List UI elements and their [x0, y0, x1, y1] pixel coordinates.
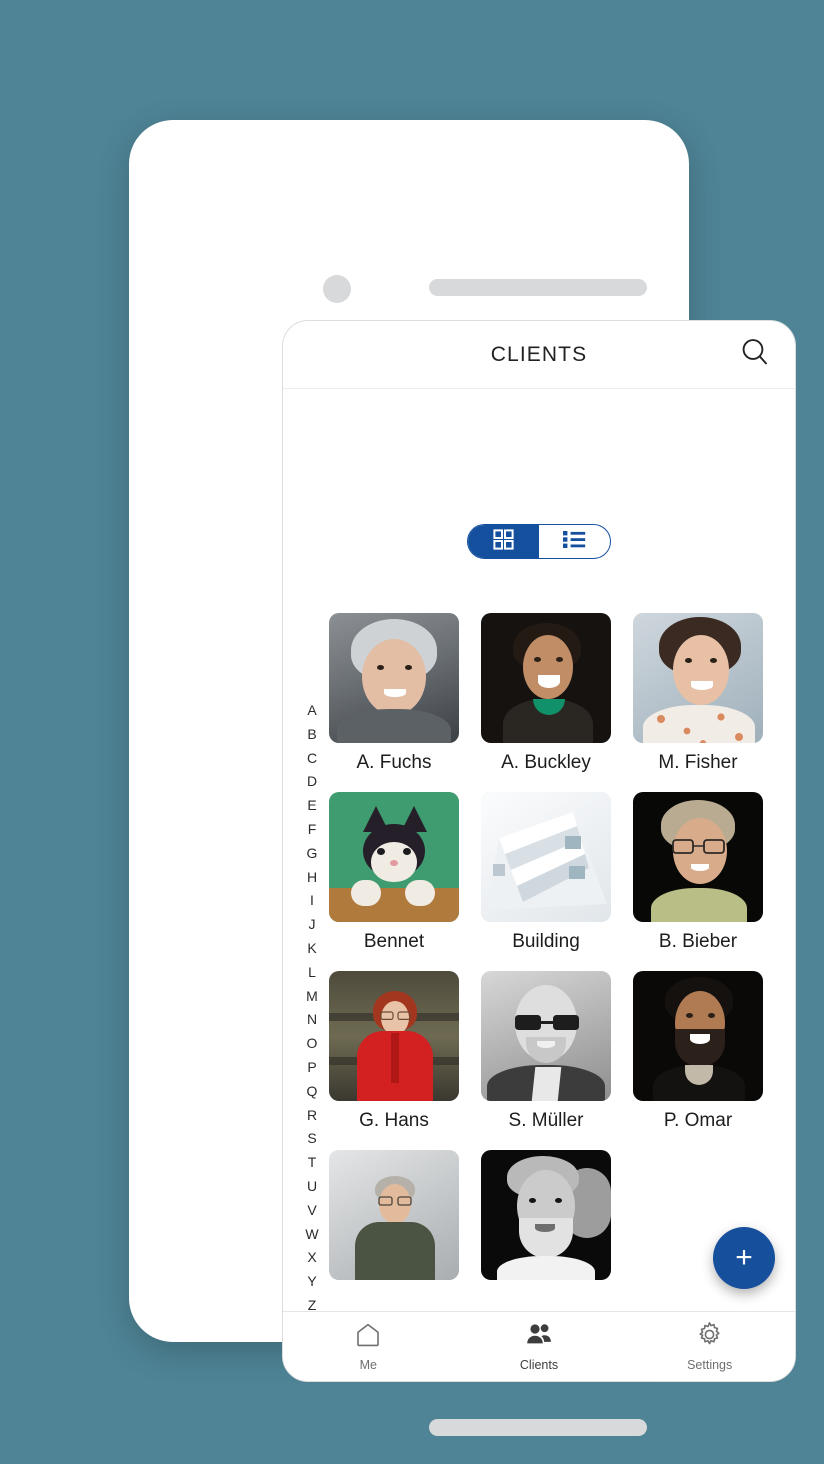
alpha-letter-t[interactable]: T [308, 1151, 317, 1175]
view-toggle[interactable] [467, 524, 611, 559]
alpha-letter-g[interactable]: G [307, 842, 318, 866]
contact-cell[interactable]: S. Müller [481, 971, 611, 1132]
contact-photo-portrait-bearded-man-dark-bg[interactable] [633, 971, 763, 1101]
nav-item-me[interactable]: Me [283, 1322, 454, 1372]
contacts-grid: A. Fuchs A. Buckley M. Fisher Bennet Bui… [329, 613, 795, 1289]
home-indicator-bar [429, 1419, 647, 1436]
home-icon [355, 1322, 381, 1353]
alpha-letter-i[interactable]: I [310, 889, 314, 913]
alpha-letter-f[interactable]: F [308, 818, 317, 842]
contact-photo-portrait-woman-glasses-dark-bg[interactable] [633, 792, 763, 922]
plus-icon: + [735, 1241, 753, 1274]
content-area: ABCDEFGHIJKLMNOPQRSTUVWXYZ A. Fuchs A. B… [283, 389, 795, 1311]
alpha-letter-x[interactable]: X [307, 1246, 316, 1270]
phone-frame: C L I E N TS A B C D E F G H I J K L M N O P … [129, 120, 796, 1436]
contact-name: S. Müller [508, 1110, 584, 1131]
alpha-letter-n[interactable]: N [307, 1008, 317, 1032]
alpha-letter-v[interactable]: V [307, 1199, 316, 1223]
list-view-icon [563, 530, 586, 554]
search-icon [739, 336, 771, 373]
contact-photo-portrait-bald-man-glasses-bw[interactable] [481, 971, 611, 1101]
contact-cell[interactable]: M. Fisher [633, 613, 763, 774]
alpha-letter-p[interactable]: P [307, 1056, 316, 1080]
alpha-letter-w[interactable]: W [305, 1223, 318, 1247]
alpha-letter-d[interactable]: D [307, 770, 317, 794]
add-client-fab[interactable]: + [713, 1227, 775, 1289]
app-screen: C L I E N TS A B C D E F G H I J K L M N O P … [282, 320, 796, 1382]
alpha-letter-o[interactable]: O [307, 1032, 318, 1056]
contact-name: B. Bieber [658, 931, 738, 952]
contact-cell[interactable]: A. Buckley [481, 613, 611, 774]
app-header: CLIENTS [283, 321, 795, 389]
alpha-letter-a[interactable]: A [307, 699, 316, 723]
contact-cell[interactable] [329, 1150, 459, 1289]
nav-label-me: Me [359, 1357, 378, 1372]
contact-photo-portrait-laughing-woman-dark-bg[interactable] [481, 613, 611, 743]
alpha-letter-l[interactable]: L [308, 961, 316, 985]
contact-name: P. Omar [663, 1110, 733, 1131]
view-toggle-grid[interactable] [468, 525, 539, 558]
contact-name: A. Buckley [501, 752, 591, 773]
contact-photo-portrait-smiling-woman-floral[interactable] [633, 613, 763, 743]
contact-photo-portrait-elderly-woman-grey-hair[interactable] [329, 613, 459, 743]
contact-photo-photo-white-apartment-building[interactable] [481, 792, 611, 922]
alpha-letter-c[interactable]: C [307, 747, 317, 771]
bottom-nav: Me Clients Settings [283, 1311, 795, 1381]
search-button[interactable] [735, 335, 775, 375]
gear-icon [696, 1321, 723, 1353]
alpha-letter-r[interactable]: R [307, 1104, 317, 1128]
alpha-letter-u[interactable]: U [307, 1175, 317, 1199]
contact-photo-portrait-older-man-bw[interactable] [481, 1150, 611, 1280]
contact-cell[interactable]: G. Hans [329, 971, 459, 1132]
alpha-letter-y[interactable]: Y [307, 1270, 316, 1294]
alpha-letter-b[interactable]: B [307, 723, 316, 747]
contact-cell[interactable]: Building [481, 792, 611, 953]
contact-cell[interactable] [481, 1150, 611, 1289]
nav-label-settings: Settings [687, 1358, 733, 1372]
view-toggle-list[interactable] [539, 525, 610, 558]
alpha-letter-z[interactable]: Z [308, 1294, 317, 1311]
contact-cell[interactable]: Bennet [329, 792, 459, 953]
contact-name: G. Hans [359, 1110, 429, 1131]
nav-label-clients: Clients [519, 1357, 559, 1372]
contact-photo-portrait-man-glasses-grey-bg[interactable] [329, 1150, 459, 1280]
camera-dot-icon [323, 275, 351, 303]
people-icon [525, 1322, 553, 1353]
alpha-letter-h[interactable]: H [307, 866, 317, 890]
speaker-grille-icon [429, 279, 647, 296]
alpha-letter-s[interactable]: S [307, 1127, 316, 1151]
alpha-letter-k[interactable]: K [307, 937, 316, 961]
alphabet-index[interactable]: ABCDEFGHIJKLMNOPQRSTUVWXYZ [299, 699, 325, 1311]
contact-cell[interactable]: B. Bieber [633, 792, 763, 953]
contact-cell[interactable]: A. Fuchs [329, 613, 459, 774]
alpha-letter-q[interactable]: Q [307, 1080, 318, 1104]
contact-photo-photo-cat-green-background[interactable] [329, 792, 459, 922]
grid-view-icon [493, 528, 514, 555]
nav-item-settings[interactable]: Settings [624, 1321, 795, 1372]
contact-name: M. Fisher [658, 752, 738, 773]
page-title: CLIENTS [490, 342, 588, 366]
alpha-letter-j[interactable]: J [309, 913, 316, 937]
contact-name: Building [512, 931, 580, 952]
contact-cell[interactable]: P. Omar [633, 971, 763, 1132]
contact-name: A. Fuchs [356, 752, 432, 773]
contact-name: Bennet [363, 931, 425, 952]
contact-photo-portrait-woman-red-coat[interactable] [329, 971, 459, 1101]
alpha-letter-m[interactable]: M [306, 985, 318, 1009]
nav-item-clients[interactable]: Clients [454, 1322, 625, 1372]
alpha-letter-e[interactable]: E [307, 794, 316, 818]
